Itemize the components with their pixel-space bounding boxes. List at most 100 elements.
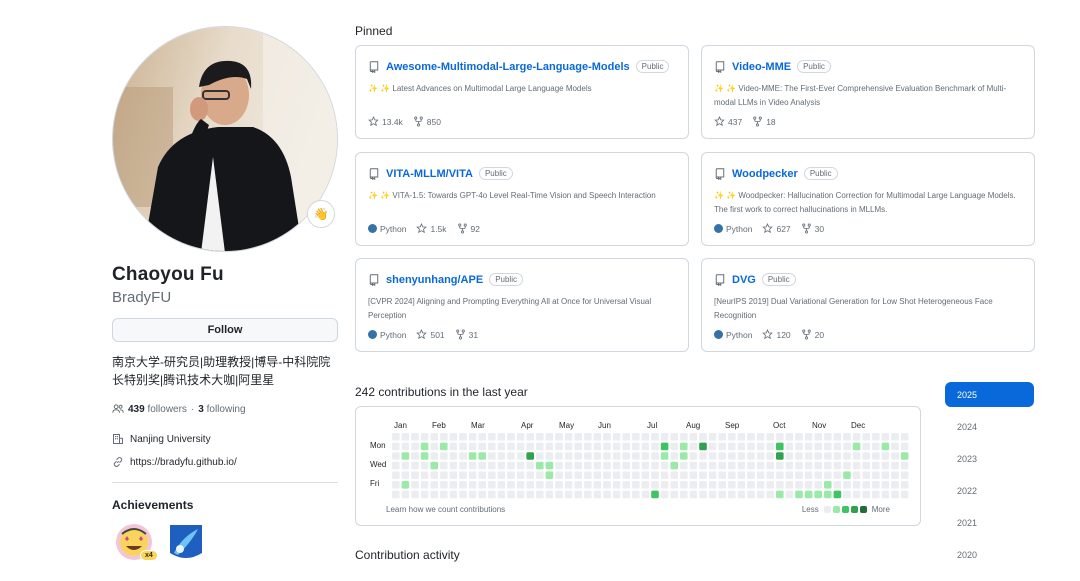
contribution-day[interactable] <box>862 461 870 470</box>
contribution-day[interactable] <box>420 433 429 441</box>
contribution-day[interactable] <box>862 442 870 451</box>
contribution-day[interactable] <box>459 490 467 499</box>
contribution-day[interactable] <box>728 471 736 479</box>
contribution-day[interactable] <box>564 442 573 451</box>
contribution-day[interactable] <box>449 471 458 479</box>
contribution-day[interactable] <box>824 471 832 479</box>
contribution-day[interactable] <box>622 461 630 470</box>
contribution-day[interactable] <box>526 442 534 451</box>
repo-name-link[interactable]: VITA-MLLM/VITA <box>386 168 473 180</box>
contribution-day[interactable] <box>776 481 784 489</box>
contribution-day[interactable] <box>718 461 726 470</box>
contribution-day[interactable] <box>872 452 880 460</box>
contribution-day[interactable] <box>593 490 602 499</box>
repo-stars-link[interactable]: 501 <box>416 329 445 340</box>
contribution-day[interactable] <box>756 481 765 489</box>
contribution-day[interactable] <box>459 442 467 451</box>
achievements-title[interactable]: Achievements <box>112 498 193 512</box>
contribution-day[interactable] <box>756 471 765 479</box>
contribution-day[interactable] <box>756 433 765 441</box>
contribution-day[interactable] <box>833 433 842 441</box>
contribution-day[interactable] <box>766 490 774 499</box>
contribution-day[interactable] <box>401 461 410 470</box>
contribution-day[interactable] <box>660 452 669 460</box>
contribution-day[interactable] <box>574 442 582 451</box>
contribution-day[interactable] <box>401 442 410 451</box>
contribution-day[interactable] <box>660 433 669 441</box>
contribution-day[interactable] <box>478 461 486 470</box>
contribution-day[interactable] <box>728 442 736 451</box>
contribution-day[interactable] <box>507 481 515 489</box>
contribution-day[interactable] <box>622 442 630 451</box>
contribution-day[interactable] <box>670 471 678 479</box>
contribution-day[interactable] <box>814 452 822 460</box>
contribution-day[interactable] <box>430 461 438 470</box>
contribution-day[interactable] <box>651 433 659 441</box>
contribution-day[interactable] <box>612 433 621 441</box>
contribution-day[interactable] <box>564 490 573 499</box>
contribution-day[interactable] <box>468 452 477 460</box>
contribution-day[interactable] <box>814 490 822 499</box>
contribution-day[interactable] <box>526 461 534 470</box>
contribution-day[interactable] <box>545 433 554 441</box>
contribution-day[interactable] <box>459 481 467 489</box>
contribution-day[interactable] <box>795 433 803 441</box>
contribution-day[interactable] <box>891 461 899 470</box>
follow-button[interactable]: Follow <box>112 318 338 342</box>
contribution-day[interactable] <box>401 481 410 489</box>
contribution-day[interactable] <box>603 461 611 470</box>
contribution-day[interactable] <box>804 490 813 499</box>
contribution-day[interactable] <box>862 490 870 499</box>
contribution-day[interactable] <box>420 490 429 499</box>
contribution-day[interactable] <box>747 481 755 489</box>
contribution-day[interactable] <box>795 490 803 499</box>
contribution-day[interactable] <box>440 471 448 479</box>
contribution-day[interactable] <box>641 461 650 470</box>
contribution-day[interactable] <box>622 490 630 499</box>
contribution-day[interactable] <box>526 452 534 460</box>
contribution-day[interactable] <box>776 461 784 470</box>
contribution-day[interactable] <box>881 461 890 470</box>
contribution-day[interactable] <box>718 442 726 451</box>
contribution-day[interactable] <box>660 481 669 489</box>
achievement-pull-shark-badge[interactable]: x4 <box>114 522 158 562</box>
contribution-day[interactable] <box>641 442 650 451</box>
contribution-day[interactable] <box>680 433 688 441</box>
contribution-day[interactable] <box>881 452 890 460</box>
contribution-day[interactable] <box>555 471 563 479</box>
contribution-day[interactable] <box>536 433 544 441</box>
contribution-day[interactable] <box>785 461 794 470</box>
contribution-day[interactable] <box>766 481 774 489</box>
contribution-day[interactable] <box>632 481 640 489</box>
contribution-day[interactable] <box>507 471 515 479</box>
repo-stars-link[interactable]: 627 <box>762 223 791 234</box>
contribution-day[interactable] <box>641 471 650 479</box>
contribution-day[interactable] <box>756 490 765 499</box>
contribution-day[interactable] <box>574 490 582 499</box>
contribution-day[interactable] <box>507 433 515 441</box>
contribution-day[interactable] <box>478 471 486 479</box>
contribution-day[interactable] <box>814 442 822 451</box>
contribution-day[interactable] <box>862 471 870 479</box>
year-link-2024[interactable]: 2024 <box>945 414 1034 439</box>
contribution-day[interactable] <box>392 452 400 460</box>
contribution-day[interactable] <box>872 442 880 451</box>
contribution-day[interactable] <box>603 471 611 479</box>
contribution-day[interactable] <box>843 452 851 460</box>
contribution-day[interactable] <box>411 481 419 489</box>
contribution-day[interactable] <box>680 471 688 479</box>
contribution-day[interactable] <box>872 471 880 479</box>
contribution-day[interactable] <box>440 433 448 441</box>
year-link-2020[interactable]: 2020 <box>945 542 1034 567</box>
avatar[interactable] <box>112 26 338 252</box>
contribution-day[interactable] <box>507 442 515 451</box>
contribution-day[interactable] <box>872 481 880 489</box>
contribution-day[interactable] <box>776 442 784 451</box>
contribution-day[interactable] <box>392 471 400 479</box>
contribution-day[interactable] <box>708 481 717 489</box>
contribution-day[interactable] <box>603 442 611 451</box>
contribution-day[interactable] <box>478 442 486 451</box>
contribution-day[interactable] <box>756 452 765 460</box>
contribution-day[interactable] <box>641 452 650 460</box>
contribution-day[interactable] <box>708 442 717 451</box>
